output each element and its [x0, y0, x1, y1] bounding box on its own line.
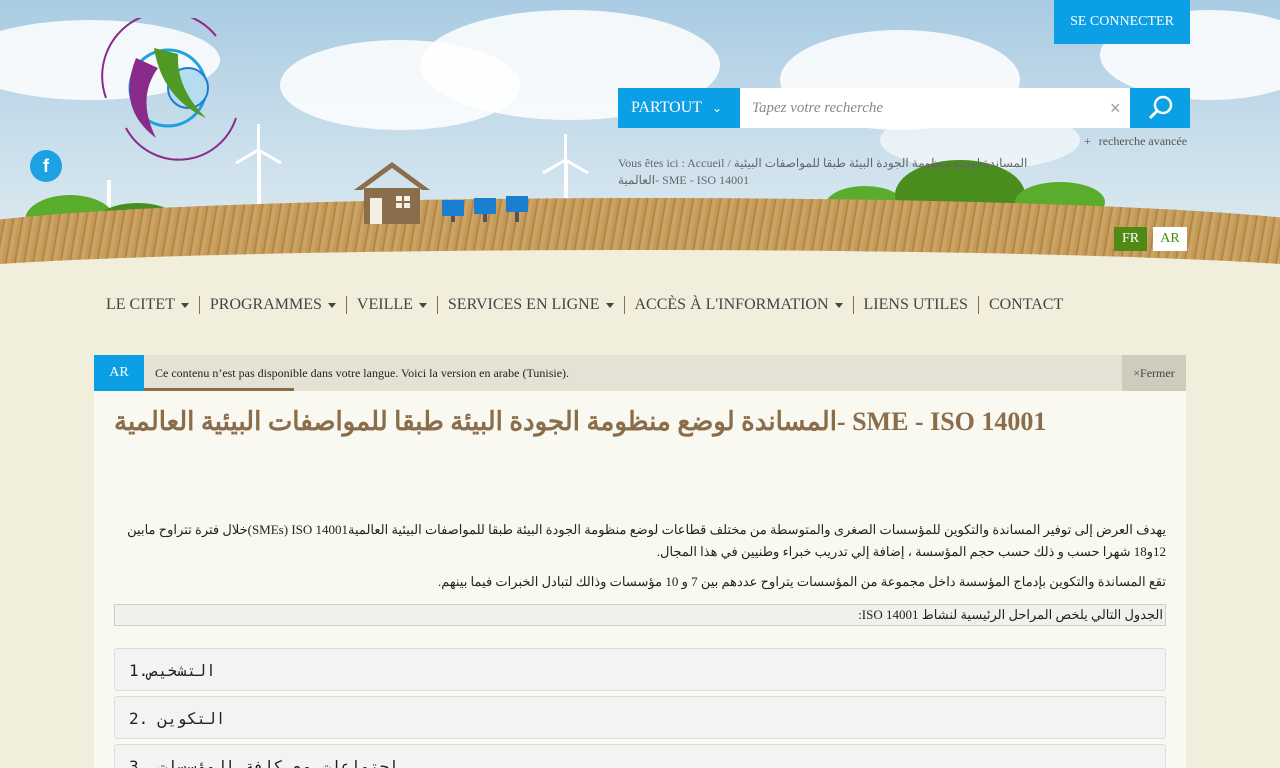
article-paragraph: يهدف العرض إلى توفير المساندة والتكوين ل… — [127, 522, 1166, 559]
nav-acces-information[interactable]: ACCÈS À L'INFORMATION — [623, 296, 853, 314]
notice-close-button[interactable]: ×Fermer — [1122, 355, 1186, 391]
advanced-search-label: recherche avancée — [1098, 134, 1188, 148]
house-icon — [354, 162, 430, 224]
breadcrumb-separator: / — [727, 156, 731, 170]
facebook-icon[interactable]: f — [30, 150, 62, 182]
caret-down-icon — [605, 302, 614, 308]
step-item[interactable]: 1.التشخيص — [114, 648, 1166, 691]
lang-fr-button[interactable]: FR — [1114, 227, 1147, 251]
nav-programmes[interactable]: PROGRAMMES — [198, 296, 346, 314]
solar-panel-icon — [442, 196, 528, 222]
breadcrumb-home[interactable]: Accueil — [687, 156, 724, 170]
page-title: المساندة لوضع منظومة الجودة البيئة طبقا … — [114, 407, 1047, 436]
notice-message: Ce contenu n’est pas disponible dans vot… — [155, 366, 570, 380]
plus-icon: + — [1084, 134, 1091, 148]
main-nav: LE CITET PROGRAMMES VEILLE SERVICES EN L… — [96, 292, 1073, 318]
notice-lang-tag: AR — [94, 355, 144, 391]
site-header: f SE CONNECTER PARTOUT ⌄ Tapez votre rec… — [0, 0, 1280, 275]
nav-services-en-ligne[interactable]: SERVICES EN LIGNE — [436, 296, 624, 314]
search-button[interactable] — [1130, 88, 1190, 128]
breadcrumb: Vous êtes ici : Accueil / المساندة لوضع … — [618, 155, 1038, 189]
caret-down-icon — [327, 302, 336, 308]
caret-down-icon — [418, 302, 427, 308]
lang-ar-button[interactable]: AR — [1153, 227, 1187, 251]
language-notice: AR Ce contenu n’est pas disponible dans … — [94, 355, 1186, 391]
main-content: AR Ce contenu n’est pas disponible dans … — [94, 355, 1186, 768]
magnifier-icon — [1148, 95, 1173, 120]
step-item[interactable]: 3. اجتماعات مع كافة المؤسسات — [114, 744, 1166, 768]
nav-veille[interactable]: VEILLE — [345, 296, 437, 314]
nav-contact[interactable]: CONTACT — [977, 296, 1073, 314]
search-bar: PARTOUT ⌄ Tapez votre recherche × — [618, 88, 1190, 128]
breadcrumb-label: Vous êtes ici : — [618, 156, 685, 170]
advanced-search-link[interactable]: + recherche avancée — [1084, 134, 1187, 149]
search-scope-select[interactable]: PARTOUT ⌄ — [618, 88, 740, 128]
search-scope-label: PARTOUT — [631, 99, 703, 116]
nav-le-citet[interactable]: LE CITET — [96, 296, 199, 314]
nav-liens-utiles[interactable]: LIENS UTILES — [852, 296, 978, 314]
article-paragraph: تقع المساندة والتكوين بإدماج المؤسسة داخ… — [437, 574, 1166, 589]
table-intro: الجدول التالي يلخص المراحل الرئيسية لنشا… — [114, 604, 1166, 626]
caret-down-icon — [834, 302, 843, 308]
search-input[interactable]: Tapez votre recherche — [740, 88, 1130, 128]
clear-icon[interactable]: × — [1110, 98, 1121, 119]
caret-down-icon — [180, 302, 189, 308]
step-item[interactable]: 2. التكوين — [114, 696, 1166, 739]
citet-logo[interactable] — [96, 18, 246, 168]
chevron-down-icon: ⌄ — [712, 101, 723, 115]
login-button[interactable]: SE CONNECTER — [1054, 0, 1190, 44]
